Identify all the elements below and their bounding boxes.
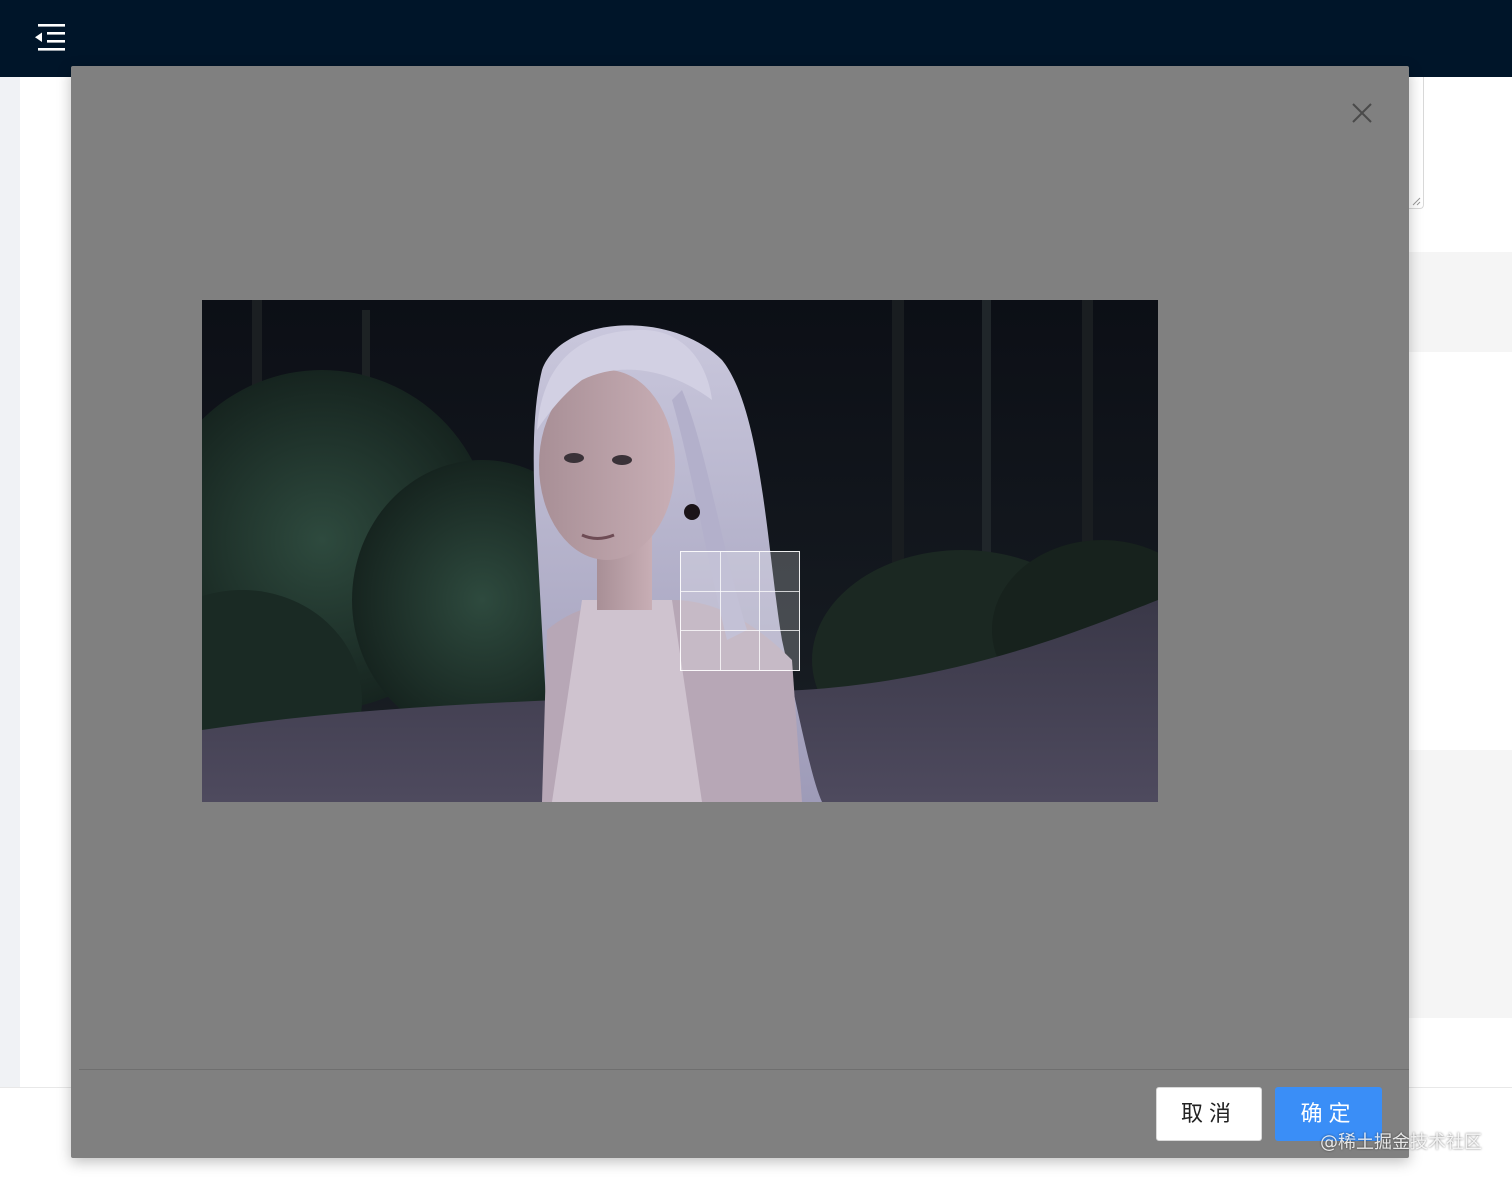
close-icon[interactable]: [1349, 100, 1375, 126]
menu-fold-icon[interactable]: [30, 20, 70, 56]
watermark-text: @稀土掘金技术社区: [1320, 1132, 1482, 1153]
sidebar-gutter: [0, 77, 20, 1087]
background-panel: [1409, 750, 1512, 1018]
crop-image-area[interactable]: [202, 300, 1158, 802]
crop-modal: 取消 确定: [71, 66, 1409, 1158]
background-panel: [1409, 252, 1512, 352]
resize-handle-icon: [1412, 197, 1421, 206]
crop-grid-line: [720, 552, 721, 670]
crop-grid-line: [681, 630, 799, 631]
modal-footer-divider: [79, 1069, 1409, 1070]
cancel-button[interactable]: 取消: [1156, 1087, 1262, 1141]
crop-grid-line: [681, 591, 799, 592]
crop-grid-line: [759, 552, 760, 670]
crop-selection-box[interactable]: [680, 551, 800, 671]
